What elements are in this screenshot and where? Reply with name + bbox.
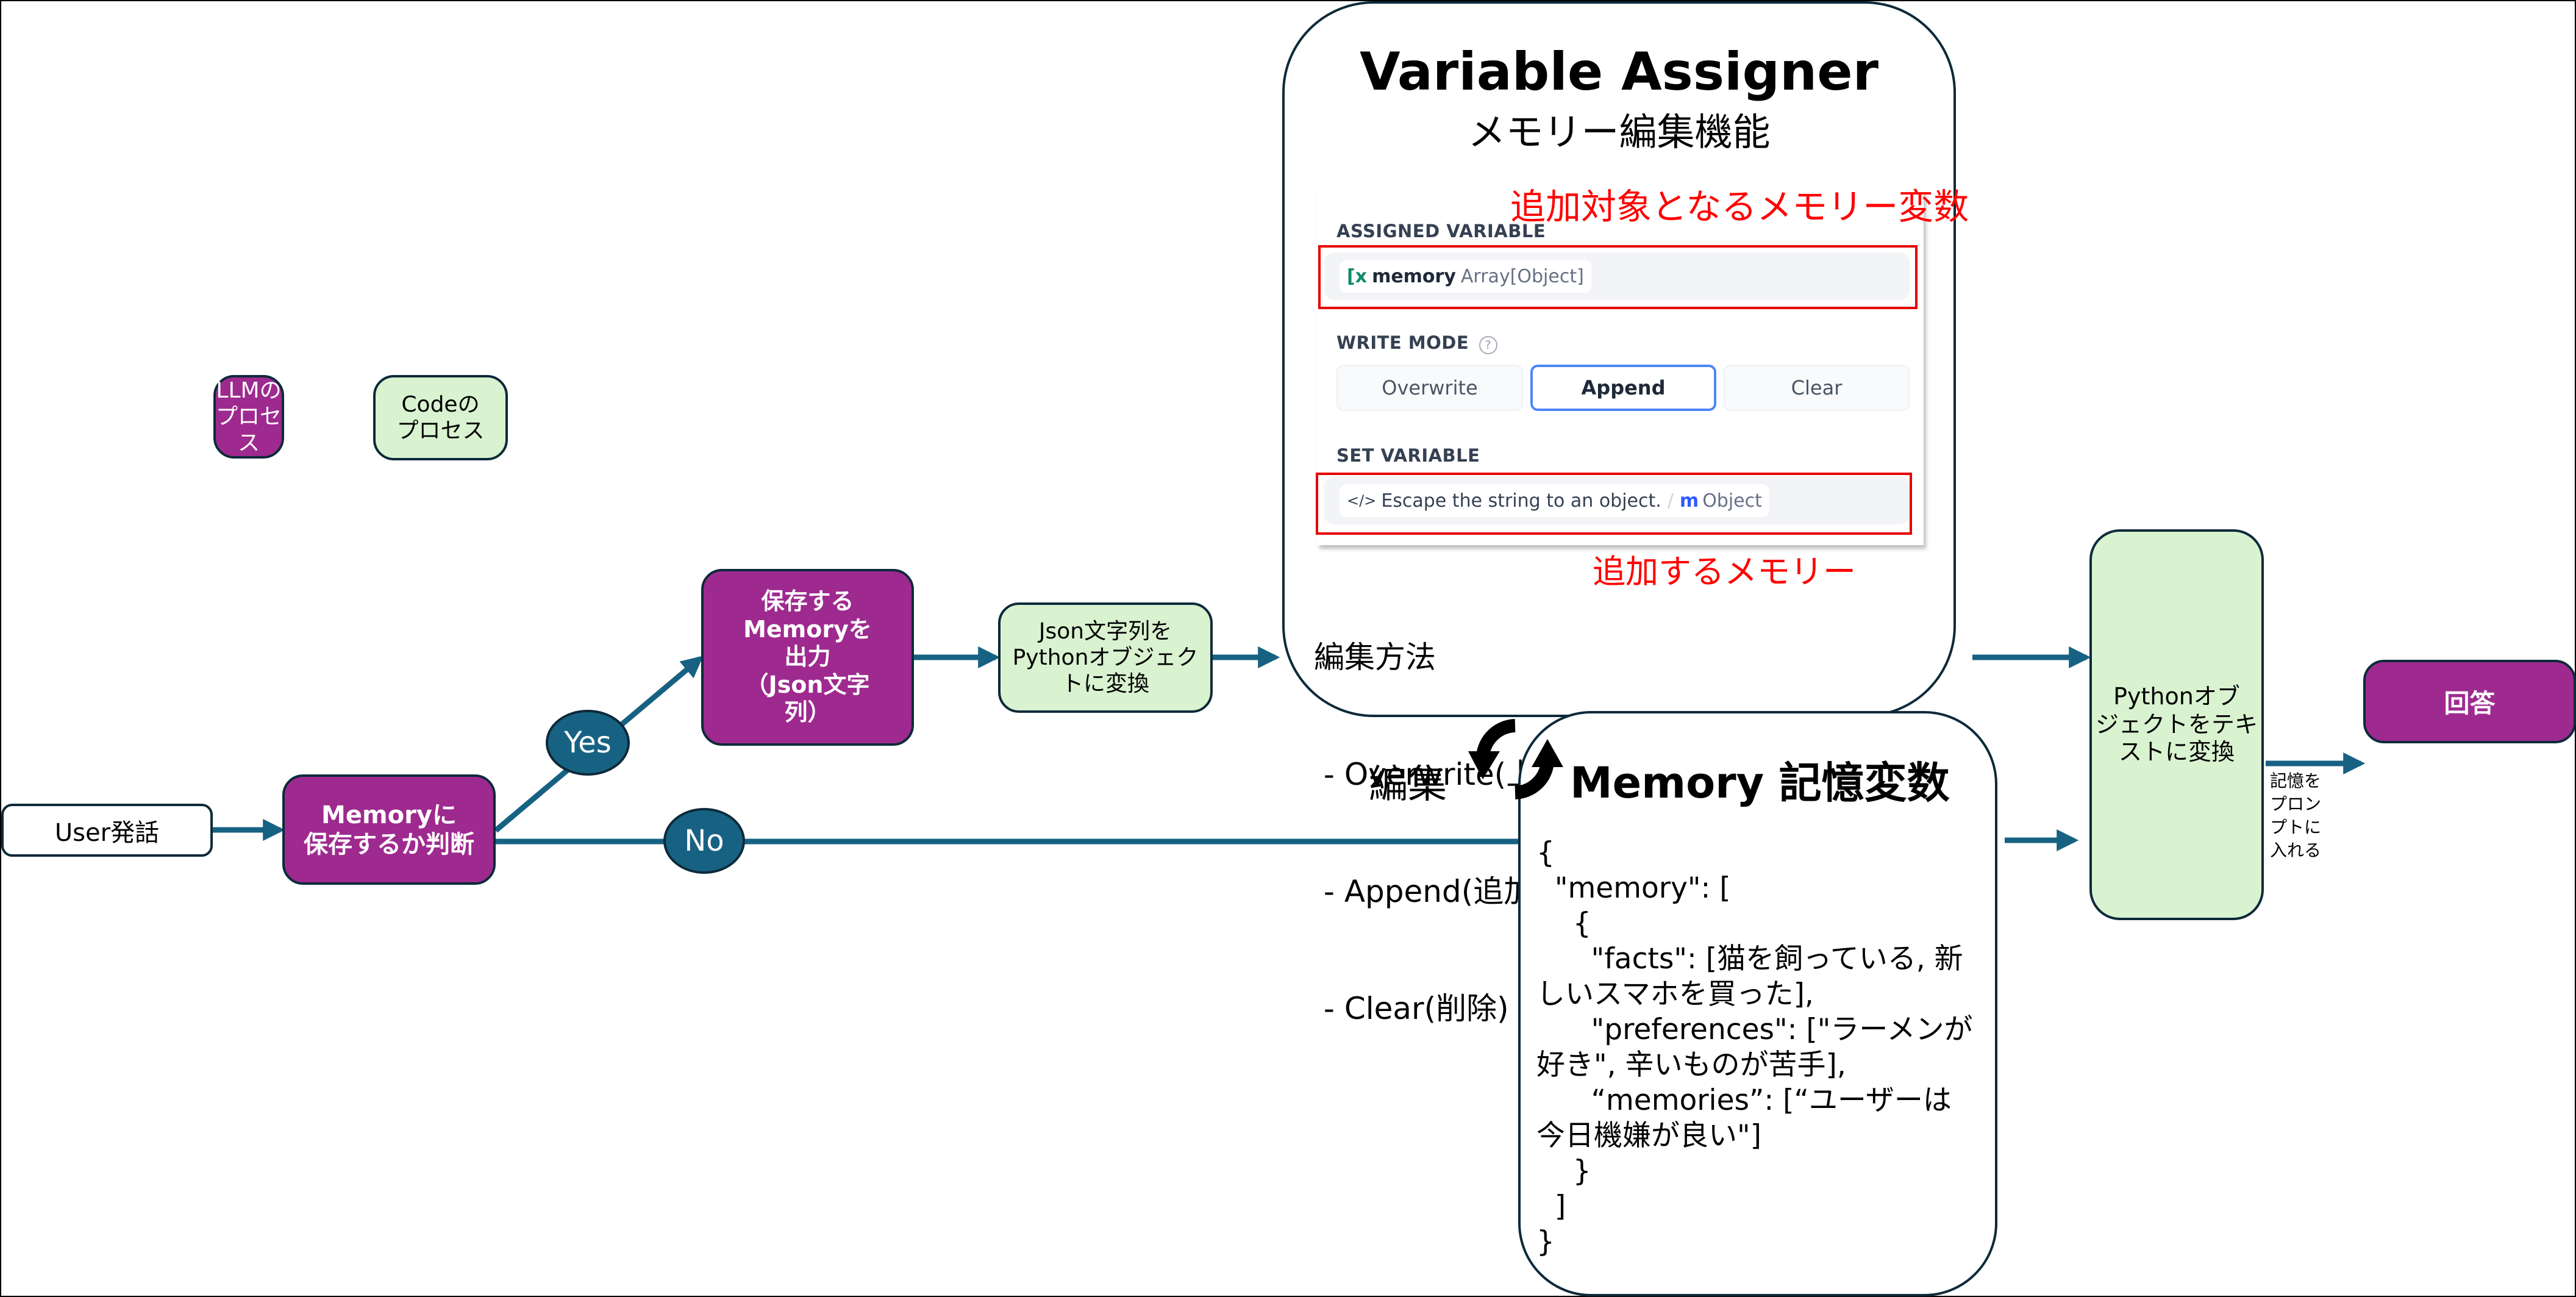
variable-assigner-subtitle: メモリー編集機能 (1468, 110, 1771, 154)
legend-llm-label: LLMの プロセス (216, 377, 282, 456)
legend-code-process: Codeの プロセス (373, 375, 508, 460)
edit-label: 編集 (1369, 762, 1447, 807)
user-input-node: User発話 (1, 804, 213, 857)
output-memory-node: 保存する Memoryを 出力 （Json文字 列） (701, 569, 914, 746)
json-to-python-node: Json文字列を Pythonオブジェク トに変換 (998, 602, 1213, 713)
yes-label: Yes (564, 726, 612, 760)
python-to-text-label: Pythonオブ ジェクトをテキ ストに変換 (2095, 683, 2258, 766)
note-target-variable: 追加対象となるメモリー変数 (1510, 186, 1969, 227)
set-variable-label: SET VARIABLE (1336, 445, 1480, 466)
object-icon: m (1679, 490, 1699, 512)
no-label: No (684, 824, 724, 858)
judge-node: Memoryに 保存するか判断 (282, 774, 496, 885)
json-line: "memory": [ (1536, 871, 1731, 905)
write-mode-label: WRITE MODE ? (1336, 332, 1497, 354)
assigned-variable-label: ASSIGNED VARIABLE (1336, 221, 1546, 241)
sync-icon (1468, 719, 1563, 799)
set-variable-source: Escape the string to an object. (1381, 490, 1661, 512)
assigned-variable-type: Array[Object] (1460, 265, 1584, 287)
legend-llm-process: LLMの プロセス (213, 375, 284, 459)
memory-json: { "memory": [ { "facts": [猫を飼っている, 新しいスマ… (1536, 835, 1975, 1260)
json-to-python-label: Json文字列を Pythonオブジェク トに変換 (1012, 618, 1199, 697)
output-memory-label: 保存する Memoryを 出力 （Json文字 列） (743, 588, 872, 726)
prompt-insert-note: 記憶を プロンプトに 入れる (2269, 771, 2321, 860)
json-line: "facts": [猫を飼っている, 新しいスマホを買った], (1536, 942, 1963, 1011)
answer-label: 回答 (2444, 688, 2496, 718)
write-mode-overwrite[interactable]: Overwrite (1336, 365, 1523, 411)
set-variable-separator: / (1667, 490, 1674, 512)
answer-node: 回答 (2363, 660, 2576, 743)
edit-methods-title: 編集方法 (1314, 640, 1436, 675)
json-line: } (1536, 1225, 1555, 1259)
code-icon: </> (1347, 492, 1377, 509)
yes-branch: Yes (546, 710, 630, 776)
help-circle-icon[interactable]: ? (1479, 336, 1497, 354)
set-variable-type: Object (1702, 490, 1762, 512)
assigned-variable-name: memory (1372, 265, 1456, 287)
memory-variable-title: Memory 記憶変数 (1570, 758, 1950, 808)
assigned-variable-chip[interactable]: [x memory Array[Object] (1340, 260, 1591, 293)
variable-assigner-title: Variable Assigner (1359, 41, 1879, 102)
json-line: ] (1536, 1190, 1566, 1223)
variable-icon: [x (1347, 265, 1368, 287)
no-branch: No (663, 808, 745, 874)
write-mode-selector: Overwrite Append Clear (1336, 365, 1910, 412)
python-to-text-node: Pythonオブ ジェクトをテキ ストに変換 (2089, 529, 2264, 920)
set-variable-chip[interactable]: </> Escape the string to an object. / m … (1340, 484, 1769, 517)
write-mode-append[interactable]: Append (1530, 365, 1716, 411)
judge-label: Memoryに 保存するか判断 (304, 801, 474, 859)
json-line: "preferences": ["ラーメンが好き", 辛いものが苦手], (1536, 1013, 1973, 1082)
write-mode-clear[interactable]: Clear (1724, 365, 1910, 411)
legend-code-label: Codeの プロセス (396, 391, 485, 443)
json-line: { (1536, 907, 1591, 940)
json-line: } (1536, 1154, 1591, 1188)
write-mode-label-text: WRITE MODE (1336, 332, 1469, 353)
json-line: “memories”: [“ユーザーは今日機嫌が良い"] (1536, 1084, 1952, 1152)
json-line: { (1536, 836, 1555, 870)
user-input-label: User発話 (54, 818, 160, 847)
